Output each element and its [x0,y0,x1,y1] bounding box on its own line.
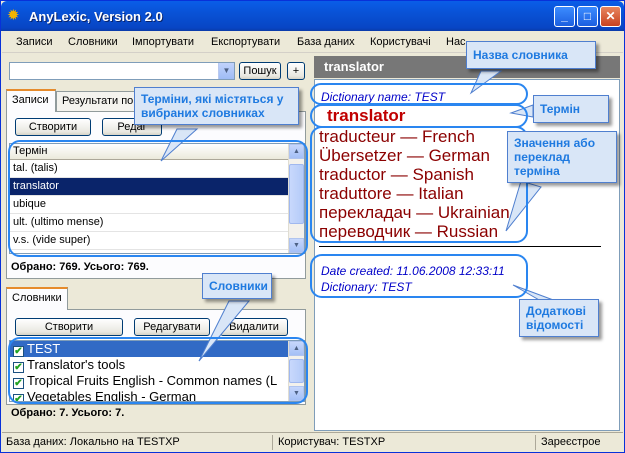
menu-dictionaries[interactable]: Словники [68,36,118,48]
minimize-button[interactable]: _ [554,6,575,27]
chevron-down-icon[interactable]: ▼ [218,63,234,79]
add-button[interactable]: + [287,62,305,80]
close-button[interactable]: ✕ [600,6,621,27]
callout-meaning: Значення або переклад терміна [507,131,617,183]
status-separator [535,435,536,450]
status-registered: Зареєстрое [541,436,601,448]
status-separator [272,435,273,450]
search-button[interactable]: Пошук [239,62,281,80]
menu-users[interactable]: Користувачі [370,36,431,48]
edit-dictionary-button[interactable]: Редагувати [134,318,210,336]
create-entry-button[interactable]: Створити [15,118,91,136]
highlight-dictionaries [8,337,308,404]
menu-export[interactable]: Експортувати [211,36,280,48]
highlight-translations [310,126,528,243]
menu-database[interactable]: База даних [297,36,355,48]
dictionaries-count: Обрано: 7. Усього: 7. [11,407,125,419]
menu-import[interactable]: Імпортувати [132,36,194,48]
divider [319,246,601,247]
gear-icon: ✹ [7,7,20,24]
status-bar: База даних: Локально на TESTXP Користува… [2,432,623,452]
tab-search-results[interactable]: Результати по [56,91,146,111]
highlight-terms [8,140,308,257]
window-title: AnyLexic, Version 2.0 [29,9,163,24]
delete-dictionary-button[interactable]: Видалити [220,318,288,336]
callout-extra: Додаткові відомості [519,299,599,337]
highlight-term [310,104,528,128]
status-database: База даних: Локально на TESTXP [6,436,180,448]
highlight-dict-name [310,83,528,105]
title-bar[interactable]: ✹ AnyLexic, Version 2.0 _ □ ✕ [1,1,624,31]
search-input[interactable]: ▼ [9,62,235,80]
highlight-extra [310,254,528,298]
menu-settings[interactable]: Нас [446,36,466,48]
status-user: Користувач: TESTXP [278,436,386,448]
entries-count: Обрано: 769. Усього: 769. [11,261,149,273]
tab-records[interactable]: Записи [6,89,56,112]
create-dictionary-button[interactable]: Створити [15,318,123,336]
maximize-button[interactable]: □ [577,6,598,27]
app-window: ✹ AnyLexic, Version 2.0 _ □ ✕ Записи Сло… [0,0,625,453]
menu-records[interactable]: Записи [16,36,53,48]
tab-dictionaries[interactable]: Словники [6,287,68,310]
callout-term: Термін [533,95,609,123]
callout-terms: Терміни, які містяться у вибраних словни… [134,87,299,125]
callout-dict-name: Назва словника [466,41,596,69]
callout-dictionaries: Словники [202,273,272,299]
